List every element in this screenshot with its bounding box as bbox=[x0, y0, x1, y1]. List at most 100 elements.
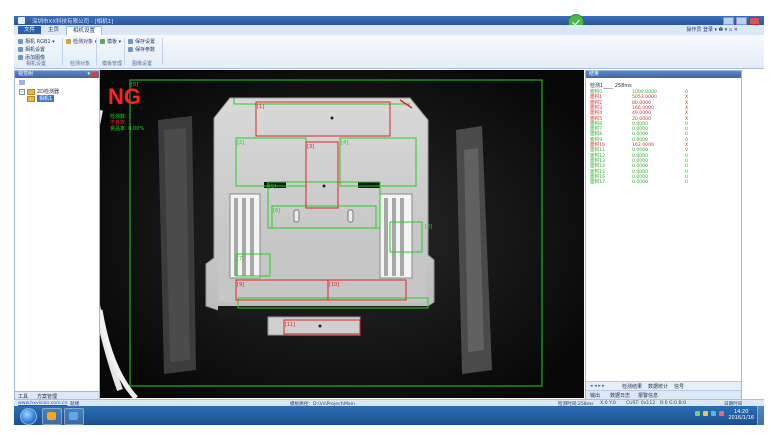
tree-node-label: 相机1 bbox=[37, 95, 55, 102]
roi-label: [11] bbox=[285, 322, 295, 328]
save-icon bbox=[128, 47, 133, 52]
result-name: 面积15 bbox=[590, 169, 606, 175]
flag-icon[interactable] bbox=[719, 411, 724, 416]
close-button[interactable] bbox=[749, 17, 760, 25]
result-value: 49.0000 bbox=[632, 111, 651, 117]
taskbar-clock[interactable]: 14:20 2016/1/16 bbox=[728, 409, 754, 421]
stat-count: 检测数: 1 bbox=[110, 113, 131, 120]
result-name: 面积14 bbox=[590, 164, 606, 170]
show-desktop-button[interactable] bbox=[757, 406, 764, 425]
result-value: 5053.0000 bbox=[632, 95, 657, 101]
panel-title: 结果 bbox=[589, 71, 600, 77]
result-status: 0 bbox=[685, 153, 688, 159]
result-status: 0 bbox=[685, 148, 688, 154]
maximize-button[interactable] bbox=[736, 17, 747, 25]
result-value: 0.0000 bbox=[632, 164, 649, 170]
camera-settings-button[interactable]: 相机设置 bbox=[18, 46, 45, 53]
tab-alarm[interactable]: 报警信息 bbox=[638, 392, 658, 399]
result-status: 0 bbox=[685, 180, 688, 186]
ribbon-separator bbox=[62, 38, 63, 65]
user-menu[interactable]: 操作员 登录 ▾ ❷ ▾ ▫ ✕ bbox=[686, 26, 738, 33]
save-icon bbox=[128, 39, 133, 44]
result-value: 0.0000 bbox=[632, 148, 649, 154]
tab-home[interactable]: 主页 bbox=[42, 26, 65, 34]
inspection-timing: 检测1____ 258ms bbox=[590, 83, 632, 89]
roi-label: [8] bbox=[425, 224, 432, 230]
tab-file[interactable]: 文件 bbox=[18, 26, 42, 34]
settings-icon bbox=[18, 47, 23, 52]
panel-header: 视觉树 ▾ bbox=[15, 71, 99, 78]
camera-image-viewer[interactable]: [0] [1] [2] [3] [4] [5] [6] [7] [8] [9] … bbox=[100, 70, 584, 398]
result-value: 20.0000 bbox=[632, 116, 651, 122]
ribbon-separator bbox=[162, 38, 163, 65]
result-status: X bbox=[685, 100, 689, 106]
tree-node-root[interactable]: − 2D检测器 bbox=[19, 88, 59, 95]
folder-icon bbox=[27, 88, 35, 95]
folder-icon bbox=[27, 95, 35, 102]
stat-yield: 良品率: 0.00% bbox=[110, 125, 144, 132]
tab-data-log[interactable]: 数据日志 bbox=[610, 392, 630, 399]
app-icon bbox=[18, 17, 25, 24]
browser-icon bbox=[47, 412, 56, 420]
taskbar-app-browser[interactable] bbox=[42, 408, 62, 425]
power-icon[interactable] bbox=[711, 411, 716, 416]
result-status: 0 bbox=[685, 137, 688, 143]
results-panel: 结果 检测1____ 258ms 面积0 1000.0000 0 面积1 5053.00… bbox=[585, 70, 742, 400]
result-name: 面积9 bbox=[590, 137, 603, 143]
camera-select-button[interactable]: 相机 RGB1 ▾ bbox=[18, 38, 55, 45]
save-params-button[interactable]: 保存参数 bbox=[128, 46, 155, 53]
roi-label: [6] bbox=[273, 208, 280, 214]
start-button[interactable] bbox=[20, 408, 37, 425]
expand-icon[interactable]: − bbox=[19, 88, 25, 95]
inspection-image[interactable]: [0] [1] [2] [3] [4] [5] [6] [7] [8] [9] … bbox=[100, 70, 584, 398]
roi-label: [3] bbox=[307, 144, 314, 150]
result-name: 面积11 bbox=[590, 148, 606, 154]
vision-tree-panel: 视觉树 ▾ − 2D检测器 相机1 bbox=[14, 70, 100, 400]
target-icon bbox=[66, 39, 71, 44]
camera-icon bbox=[18, 39, 23, 44]
roi-label: [10] bbox=[329, 282, 339, 288]
tree-tool-icon[interactable] bbox=[19, 80, 25, 85]
page-nav-arrows[interactable]: ◂ ◂ ▸ ▸ bbox=[590, 383, 605, 389]
tree-node-camera[interactable]: 相机1 bbox=[27, 95, 55, 102]
result-name: 面积5 bbox=[590, 116, 603, 122]
tab-results[interactable]: 检测结果 bbox=[622, 383, 642, 390]
tab-statistics[interactable]: 数据统计 bbox=[648, 383, 668, 390]
detect-object-button[interactable]: 检测对象 ▾ bbox=[66, 38, 97, 45]
tab-output[interactable]: 输出 bbox=[590, 392, 600, 399]
windows-taskbar: 14:20 2016/1/16 bbox=[14, 406, 764, 425]
clock-date: 2016/1/16 bbox=[728, 415, 754, 421]
roi-label: [5] bbox=[269, 184, 276, 190]
tab-camera-settings[interactable]: 相机设置 bbox=[66, 26, 103, 35]
minimize-button[interactable] bbox=[723, 17, 734, 25]
template-button[interactable]: 模板 ▾ bbox=[100, 38, 121, 45]
result-value: 0.0000 bbox=[632, 180, 649, 186]
result-value: 0.0000 bbox=[632, 137, 649, 143]
volume-icon[interactable] bbox=[703, 411, 708, 416]
group-label-image: 图像设置 bbox=[132, 61, 153, 67]
result-name: 面积2 bbox=[590, 100, 603, 106]
result-value: 0.0000 bbox=[632, 132, 649, 138]
ribbon-separator bbox=[124, 38, 125, 65]
roi-label: [4] bbox=[341, 140, 348, 146]
system-tray bbox=[695, 411, 724, 416]
vision-app-icon bbox=[69, 412, 78, 420]
panel-title: 视觉树 bbox=[18, 71, 34, 77]
panel-header: 结果 bbox=[586, 71, 741, 78]
result-status: X bbox=[685, 116, 689, 122]
tab-signal[interactable]: 信号 bbox=[674, 383, 684, 390]
ribbon-separator bbox=[96, 38, 97, 65]
network-icon[interactable] bbox=[695, 411, 700, 416]
result-name: 面积17 bbox=[590, 180, 606, 186]
pin-icon[interactable]: ▾ bbox=[87, 72, 90, 77]
window-controls bbox=[723, 17, 760, 25]
result-status: 0 bbox=[685, 132, 688, 138]
part-notch bbox=[358, 182, 380, 188]
result-name: 面积12 bbox=[590, 153, 606, 159]
taskbar-app-vision[interactable] bbox=[64, 408, 84, 425]
result-name: 面积4 bbox=[590, 111, 603, 117]
save-settings-button[interactable]: 保存设置 bbox=[128, 38, 155, 45]
close-panel-icon[interactable] bbox=[92, 72, 97, 77]
result-value: 80.0000 bbox=[632, 100, 651, 106]
tree-node-label: 2D检测器 bbox=[37, 89, 60, 95]
